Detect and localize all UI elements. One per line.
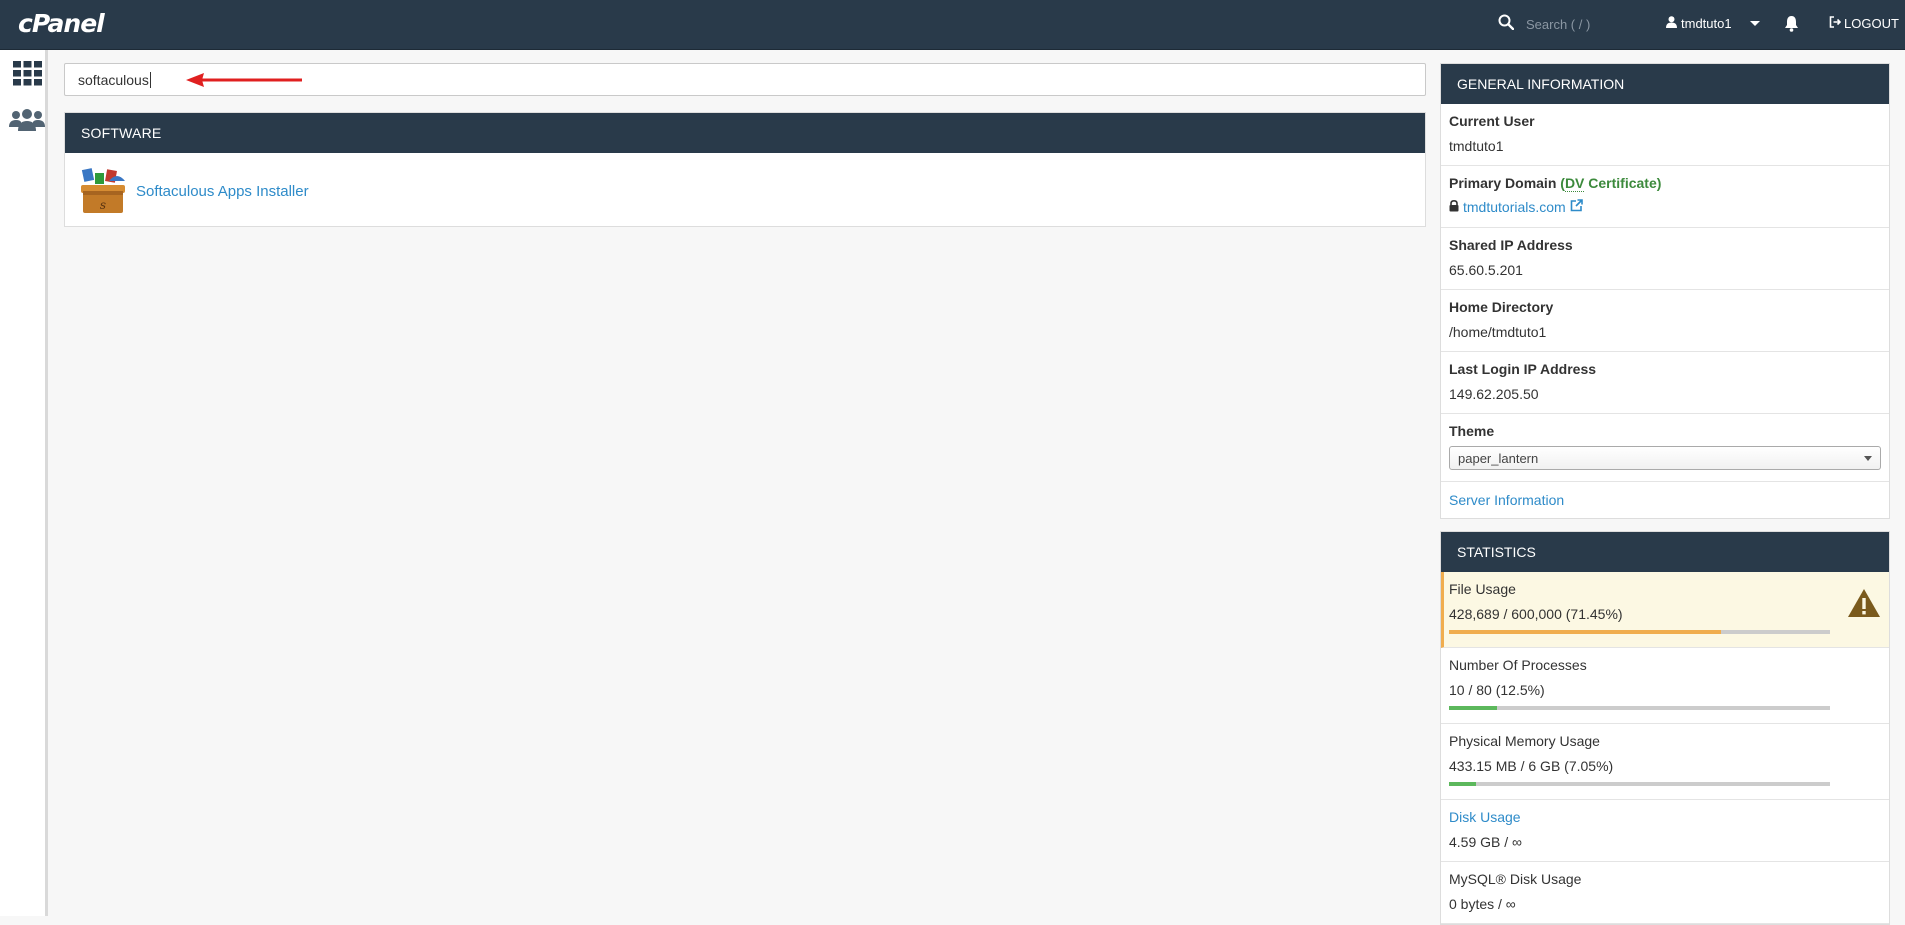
home-directory-value: /home/tmdtuto1 bbox=[1449, 324, 1547, 340]
header-search[interactable] bbox=[1498, 14, 1646, 34]
statistics-title: STATISTICS bbox=[1441, 532, 1889, 572]
disk-usage-row[interactable]: Disk Usage 4.59 GB / ∞ bbox=[1441, 800, 1889, 862]
primary-domain-row: Primary Domain (DV Certificate) tmdtutor… bbox=[1441, 166, 1889, 228]
shared-ip-label: Shared IP Address bbox=[1449, 237, 1573, 253]
last-login-label: Last Login IP Address bbox=[1449, 361, 1597, 377]
apps-grid-icon[interactable] bbox=[13, 61, 42, 90]
mysql-disk-usage-label: MySQL® Disk Usage bbox=[1449, 871, 1582, 887]
processes-row[interactable]: Number Of Processes 10 / 80 (12.5%) bbox=[1441, 648, 1889, 724]
shared-ip-value: 65.60.5.201 bbox=[1449, 262, 1523, 278]
physical-memory-progress-fill bbox=[1449, 782, 1476, 786]
software-panel: SOFTWARE s Softaculous Apps Installer bbox=[64, 112, 1426, 227]
users-icon[interactable] bbox=[9, 108, 45, 136]
processes-label: Number Of Processes bbox=[1449, 657, 1587, 673]
physical-memory-row[interactable]: Physical Memory Usage 433.15 MB / 6 GB (… bbox=[1441, 724, 1889, 800]
file-usage-row[interactable]: File Usage 428,689 / 600,000 (71.45%) bbox=[1441, 572, 1889, 648]
disk-usage-value: 4.59 GB / ∞ bbox=[1449, 834, 1523, 850]
theme-select[interactable]: paper_lantern bbox=[1449, 446, 1881, 470]
file-usage-label: File Usage bbox=[1449, 581, 1516, 597]
left-sidebar bbox=[0, 50, 48, 916]
processes-progress-bar bbox=[1449, 706, 1830, 710]
shared-ip-row: Shared IP Address 65.60.5.201 bbox=[1441, 228, 1889, 290]
physical-memory-value: 433.15 MB / 6 GB (7.05%) bbox=[1449, 758, 1614, 774]
physical-memory-progress-bar bbox=[1449, 782, 1830, 786]
mysql-disk-usage-value: 0 bytes / ∞ bbox=[1449, 896, 1516, 912]
mysql-disk-usage-row[interactable]: MySQL® Disk Usage 0 bytes / ∞ bbox=[1441, 862, 1889, 924]
softaculous-icon: s bbox=[79, 167, 127, 215]
chevron-down-icon bbox=[1749, 21, 1760, 26]
statistics-panel: STATISTICS File Usage 428,689 / 600,000 … bbox=[1440, 531, 1890, 925]
warning-icon bbox=[1847, 588, 1881, 621]
disk-usage-link[interactable]: Disk Usage bbox=[1449, 809, 1521, 825]
text-cursor bbox=[149, 71, 151, 88]
header-search-input[interactable] bbox=[1526, 16, 1646, 32]
physical-memory-label: Physical Memory Usage bbox=[1449, 733, 1600, 749]
home-directory-row: Home Directory /home/tmdtuto1 bbox=[1441, 290, 1889, 352]
general-information-title: GENERAL INFORMATION bbox=[1441, 64, 1889, 104]
theme-select-value: paper_lantern bbox=[1458, 450, 1539, 466]
processes-value: 10 / 80 (12.5%) bbox=[1449, 682, 1545, 698]
logout-button[interactable]: LOGOUT bbox=[1829, 16, 1899, 31]
top-navbar: cPanel tmdtuto1 LOGOUT bbox=[0, 0, 1905, 50]
server-information-link[interactable]: Server Information bbox=[1449, 492, 1564, 508]
general-information-panel: GENERAL INFORMATION Current User tmdtuto… bbox=[1440, 63, 1890, 519]
external-link-icon[interactable] bbox=[1570, 199, 1583, 215]
theme-row: Theme paper_lantern bbox=[1441, 414, 1889, 482]
softaculous-apps-installer-link[interactable]: Softaculous Apps Installer bbox=[136, 183, 309, 200]
username-label: tmdtuto1 bbox=[1681, 16, 1732, 31]
logout-icon bbox=[1829, 16, 1842, 31]
lock-icon bbox=[1449, 199, 1459, 215]
file-usage-progress-fill bbox=[1449, 630, 1722, 634]
search-input-value: softaculous bbox=[78, 71, 149, 88]
theme-label: Theme bbox=[1449, 423, 1495, 439]
last-login-value: 149.62.205.50 bbox=[1449, 386, 1539, 402]
primary-domain-link[interactable]: tmdtutorials.com bbox=[1463, 199, 1566, 215]
cpanel-logo[interactable]: cPanel bbox=[18, 9, 105, 38]
red-arrow-annotation bbox=[186, 72, 304, 92]
server-information-row: Server Information bbox=[1441, 482, 1889, 518]
chevron-down-icon bbox=[1864, 455, 1872, 461]
dv-certificate-badge[interactable]: (DV Certificate) bbox=[1560, 175, 1661, 192]
home-directory-label: Home Directory bbox=[1449, 299, 1554, 315]
file-usage-value: 428,689 / 600,000 (71.45%) bbox=[1449, 606, 1623, 622]
list-item[interactable]: s Softaculous Apps Installer bbox=[65, 153, 1425, 229]
current-user-label: Current User bbox=[1449, 113, 1535, 129]
current-user-row: Current User tmdtuto1 bbox=[1441, 104, 1889, 166]
processes-progress-fill bbox=[1449, 706, 1497, 710]
user-menu[interactable]: tmdtuto1 bbox=[1666, 16, 1760, 31]
svg-text:s: s bbox=[100, 198, 106, 212]
right-column: GENERAL INFORMATION Current User tmdtuto… bbox=[1440, 63, 1890, 925]
software-panel-title: SOFTWARE bbox=[65, 113, 1425, 153]
current-user-value: tmdtuto1 bbox=[1449, 138, 1504, 154]
user-icon bbox=[1666, 16, 1677, 31]
file-usage-progress-bar bbox=[1449, 630, 1830, 634]
bell-icon[interactable] bbox=[1784, 15, 1799, 36]
logout-label: LOGOUT bbox=[1844, 16, 1899, 31]
last-login-row: Last Login IP Address 149.62.205.50 bbox=[1441, 352, 1889, 414]
primary-domain-label: Primary Domain (DV Certificate) bbox=[1449, 175, 1662, 192]
search-icon bbox=[1498, 14, 1515, 34]
